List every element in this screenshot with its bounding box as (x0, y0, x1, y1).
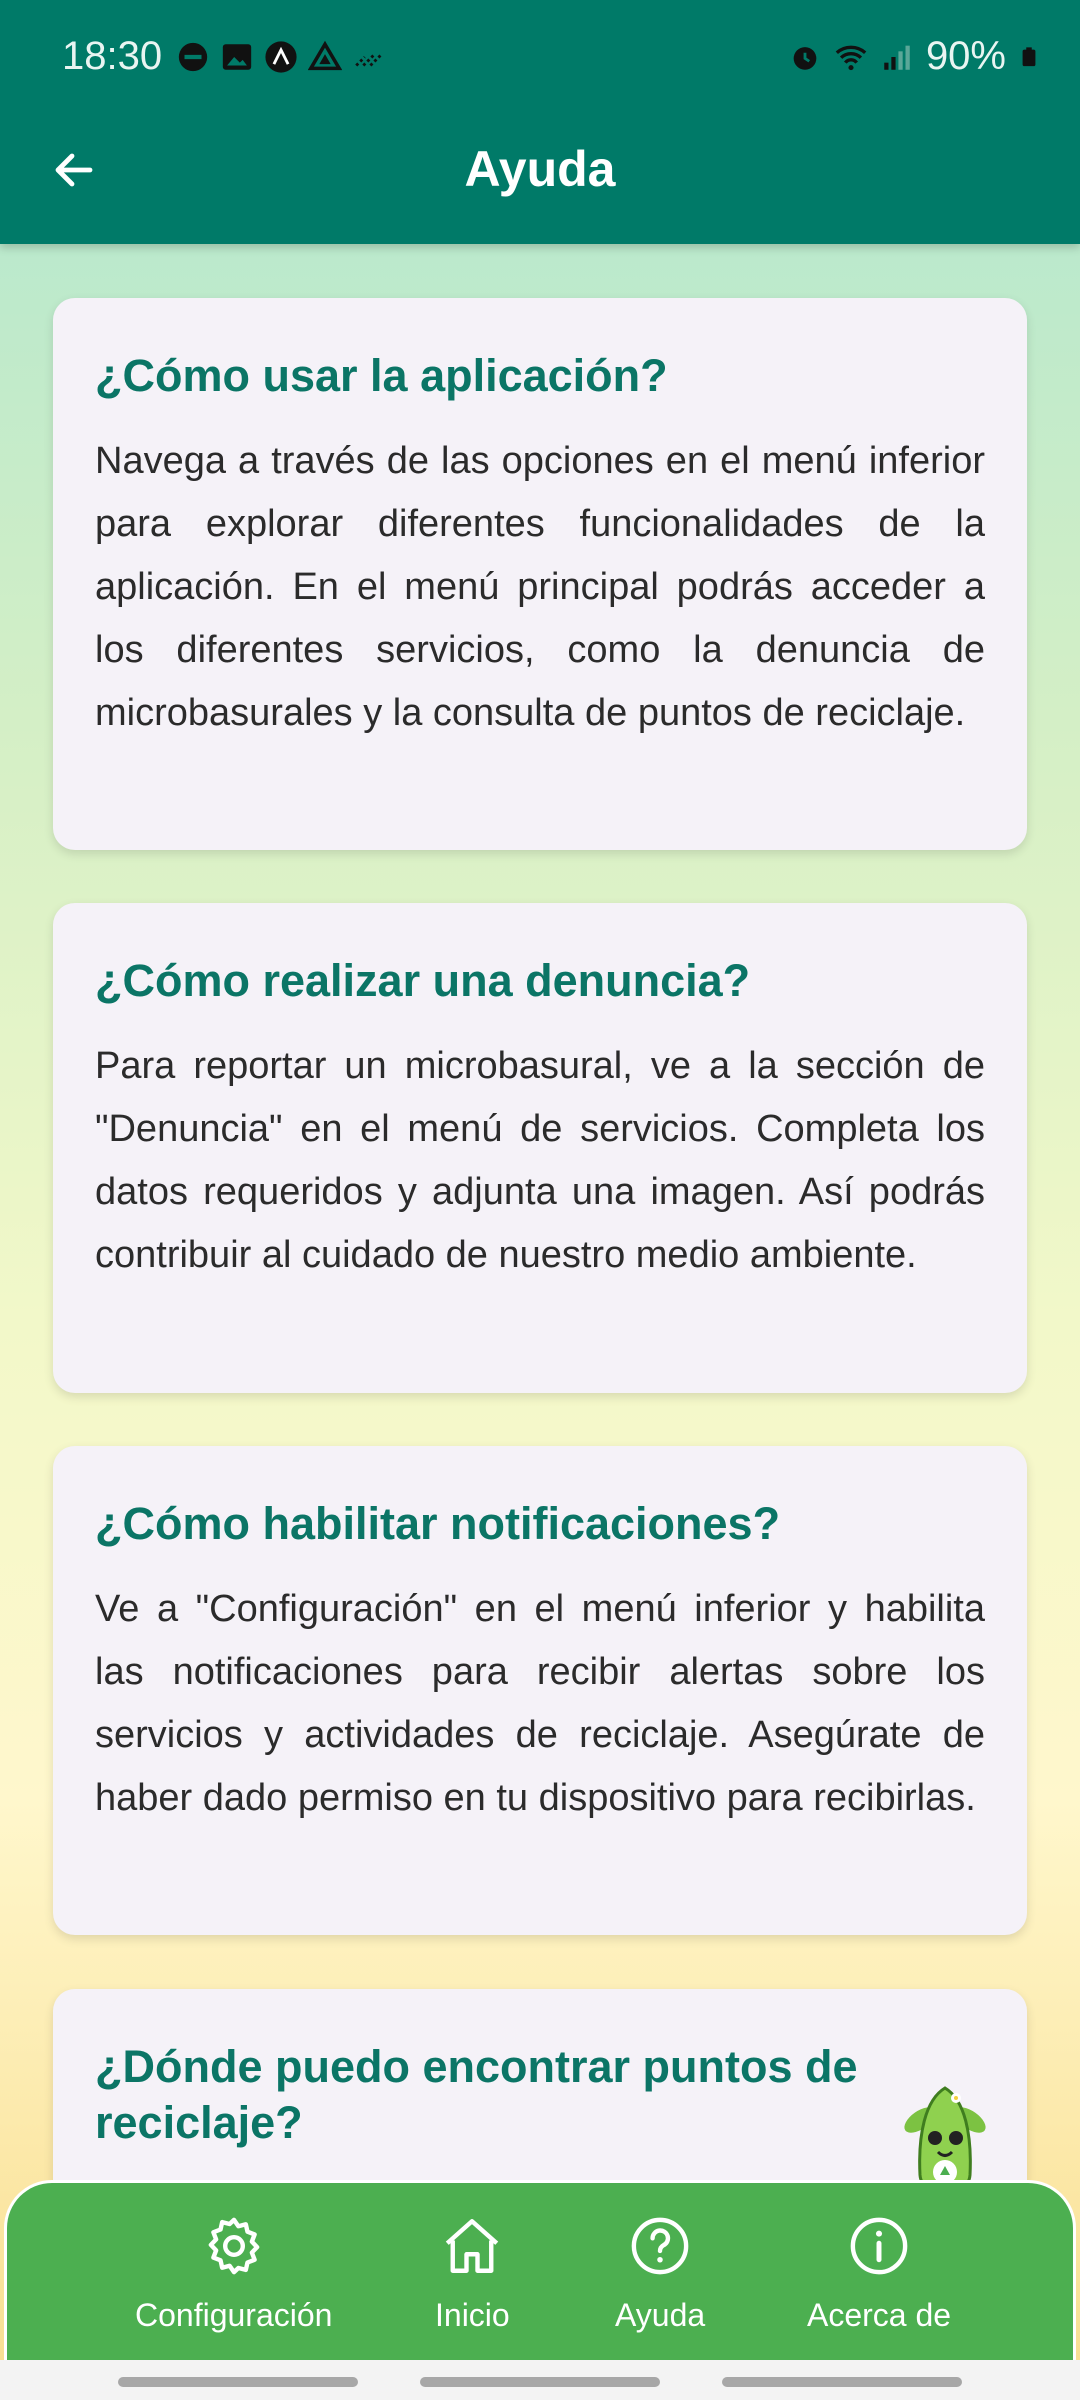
system-home-handle[interactable] (420, 2377, 660, 2387)
signal-dots-icon (355, 53, 383, 67)
nav-item-acerca-de[interactable]: Acerca de (807, 2213, 951, 2334)
app-header: 18:30 90% Ayuda (0, 0, 1080, 244)
help-circle-icon (631, 2217, 689, 2275)
nav-item-configuracion[interactable]: Configuración (135, 2213, 332, 2334)
cell-signal-icon (884, 45, 910, 70)
nav-item-label: Acerca de (807, 2297, 952, 2333)
help-card-body: Ve a "Configuración" en el menú inferior… (95, 1588, 985, 1819)
system-recents-handle[interactable] (118, 2377, 358, 2387)
home-icon (446, 2219, 499, 2273)
status-bar: 18:30 90% (0, 0, 1080, 118)
app-icon (265, 41, 297, 73)
battery-level: 90% (925, 34, 1006, 78)
nav-item-ayuda[interactable]: Ayuda (615, 2213, 705, 2334)
drive-icon (308, 40, 342, 71)
status-system-icons: 90% (788, 34, 1040, 79)
nav-item-label: Ayuda (615, 2297, 706, 2333)
nav-item-label: Configuración (135, 2297, 333, 2333)
bottom-navigation: Configuración Inicio Ayuda Acerca de (4, 2180, 1076, 2360)
help-card-body: Para reportar un microbasural, ve a la s… (95, 1045, 985, 1276)
alarm-icon (793, 46, 817, 70)
battery-icon (1022, 46, 1036, 66)
gear-icon (208, 2217, 260, 2275)
help-card-title: ¿Cómo usar la aplicación? (95, 350, 668, 401)
system-navigation-bar (0, 2360, 1080, 2400)
help-card-body: Navega a través de las opciones en el me… (95, 440, 985, 734)
help-card-report: ¿Cómo realizar una denuncia? Para report… (53, 903, 1027, 1393)
nav-item-label: Inicio (435, 2297, 510, 2333)
status-notification-icons (176, 40, 386, 74)
help-card-notifications: ¿Cómo habilitar notificaciones? Ve a "Co… (53, 1446, 1027, 1935)
page-title: Ayuda (464, 141, 616, 197)
wifi-icon (835, 45, 867, 70)
nav-item-inicio[interactable]: Inicio (435, 2213, 510, 2334)
info-circle-icon (850, 2217, 908, 2275)
help-card-title: ¿Cómo realizar una denuncia? (95, 955, 751, 1006)
image-icon (222, 44, 252, 70)
status-time: 18:30 (62, 34, 163, 78)
help-card-title: ¿Dónde puedo encontrar puntos de recicla… (95, 2041, 858, 2148)
system-back-handle[interactable] (722, 2377, 962, 2387)
help-card-title: ¿Cómo habilitar notificaciones? (95, 1498, 781, 1549)
help-card-usage: ¿Cómo usar la aplicación? Navega a travé… (53, 298, 1027, 850)
dnd-icon (178, 42, 208, 72)
